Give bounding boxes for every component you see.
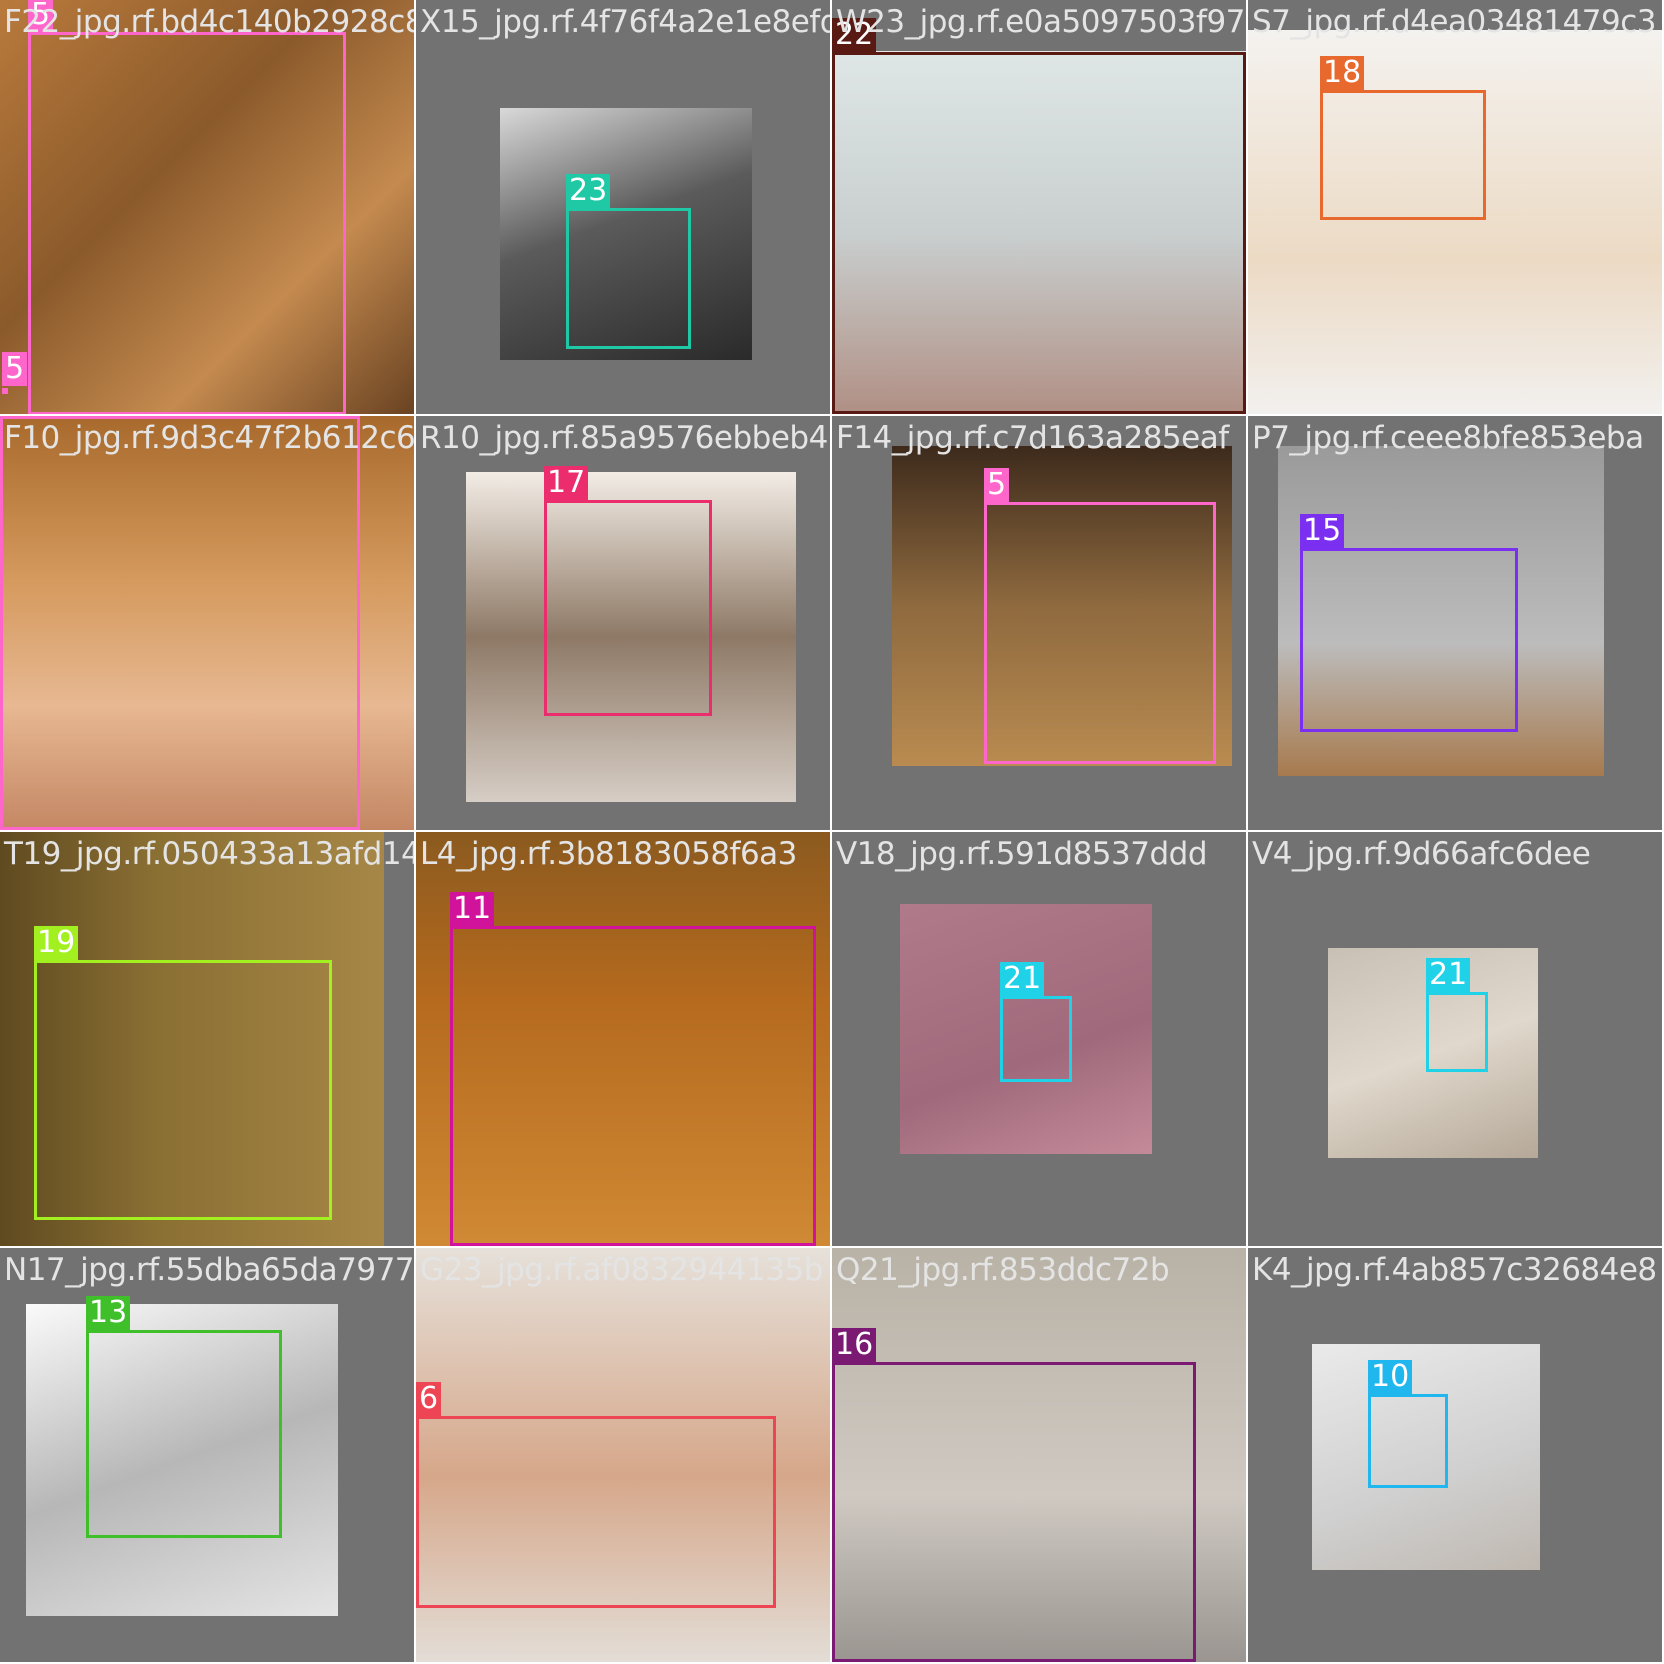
bounding-box bbox=[34, 960, 332, 1220]
image-filename: F10_jpg.rf.9d3c47f2b612c6020 bbox=[4, 420, 414, 456]
class-label: 6 bbox=[416, 1382, 442, 1416]
mosaic-tile: 11 L4_jpg.rf.3b8183058f6a3 bbox=[416, 832, 830, 1246]
mosaic-tile: 5 F14_jpg.rf.c7d163a285eaf bbox=[832, 416, 1246, 830]
bounding-box bbox=[2, 388, 8, 394]
image-filename: F22_jpg.rf.bd4c140b2928c87df5 bbox=[4, 4, 414, 40]
mosaic-tile: 19 T19_jpg.rf.050433a13afd140 bbox=[0, 832, 414, 1246]
image-filename: Q21_jpg.rf.853ddc72b bbox=[836, 1252, 1170, 1288]
bounding-box bbox=[544, 500, 712, 716]
mosaic-tile: 21 V18_jpg.rf.591d8537ddd bbox=[832, 832, 1246, 1246]
image-filename: X15_jpg.rf.4f76f4a2e1e8efd4d9f bbox=[420, 4, 830, 40]
class-label: 16 bbox=[832, 1328, 877, 1362]
image-filename: N17_jpg.rf.55dba65da79778 bbox=[4, 1252, 414, 1288]
mosaic-tile: 23 X15_jpg.rf.4f76f4a2e1e8efd4d9f bbox=[416, 0, 830, 414]
image-filename: V18_jpg.rf.591d8537ddd bbox=[836, 836, 1208, 872]
mosaic-tile: 16 Q21_jpg.rf.853ddc72b bbox=[832, 1248, 1246, 1662]
bounding-box bbox=[28, 32, 346, 414]
class-label: 5 bbox=[2, 352, 28, 386]
mosaic-tile: 6 G23_jpg.rf.af0832944135b bbox=[416, 1248, 830, 1662]
image-filename: L4_jpg.rf.3b8183058f6a3 bbox=[420, 836, 797, 872]
bounding-box bbox=[566, 208, 691, 349]
image-filename: V4_jpg.rf.9d66afc6dee bbox=[1252, 836, 1591, 872]
class-label: 17 bbox=[544, 466, 589, 500]
bounding-box bbox=[416, 1416, 776, 1608]
class-label: 21 bbox=[1426, 958, 1471, 992]
bounding-box bbox=[86, 1330, 282, 1538]
mosaic-tile: 55F22_jpg.rf.bd4c140b2928c87df5 bbox=[0, 0, 414, 414]
class-label: 23 bbox=[566, 174, 611, 208]
bounding-box bbox=[450, 926, 816, 1246]
bounding-box bbox=[832, 1362, 1196, 1662]
image-filename: P7_jpg.rf.ceee8bfe853eba bbox=[1252, 420, 1644, 456]
class-label: 10 bbox=[1368, 1360, 1413, 1394]
mosaic-tile: 15 P7_jpg.rf.ceee8bfe853eba bbox=[1248, 416, 1662, 830]
mosaic-tile: 21 V4_jpg.rf.9d66afc6dee bbox=[1248, 832, 1662, 1246]
image-filename: G23_jpg.rf.af0832944135b bbox=[420, 1252, 823, 1288]
image-filename: R10_jpg.rf.85a9576ebbeb46d bbox=[420, 420, 830, 456]
image-filename: S7_jpg.rf.d4ea03481479c3 bbox=[1252, 4, 1657, 40]
class-label: 21 bbox=[1000, 962, 1045, 996]
image-filename: T19_jpg.rf.050433a13afd140 bbox=[4, 836, 414, 872]
image-filename: F14_jpg.rf.c7d163a285eaf bbox=[836, 420, 1229, 456]
class-label: 18 bbox=[1320, 56, 1365, 90]
class-label: 13 bbox=[86, 1296, 131, 1330]
mosaic-grid: 5 5 F22_jpg.rf.bd4c140b2928c87df5 23 X15_jpg… bbox=[0, 0, 1664, 1664]
bounding-box bbox=[1368, 1394, 1448, 1488]
bounding-box bbox=[984, 502, 1216, 764]
mosaic-tile: 13 N17_jpg.rf.55dba65da79778 bbox=[0, 1248, 414, 1662]
mosaic-tile: 18 S7_jpg.rf.d4ea03481479c3 bbox=[1248, 0, 1662, 414]
mosaic-tile: 10 K4_jpg.rf.4ab857c32684e8 bbox=[1248, 1248, 1662, 1662]
bounding-box bbox=[1426, 992, 1488, 1072]
class-label: 15 bbox=[1300, 514, 1345, 548]
image-filename: K4_jpg.rf.4ab857c32684e8 bbox=[1252, 1252, 1657, 1288]
class-label: 11 bbox=[450, 892, 495, 926]
mosaic-tile: 22W23_jpg.rf.e0a5097503f973cb bbox=[832, 0, 1246, 414]
class-label: 5 bbox=[984, 468, 1010, 502]
bounding-box bbox=[1000, 996, 1072, 1082]
mosaic-tile: F10_jpg.rf.9d3c47f2b612c6020 bbox=[0, 416, 414, 830]
bounding-box bbox=[1320, 90, 1486, 220]
class-label: 19 bbox=[34, 926, 79, 960]
mosaic-tile: 17 R10_jpg.rf.85a9576ebbeb46d bbox=[416, 416, 830, 830]
image-filename: W23_jpg.rf.e0a5097503f973cb bbox=[836, 4, 1246, 40]
bounding-box bbox=[1300, 548, 1518, 732]
hand-photo bbox=[1248, 30, 1662, 414]
bounding-box bbox=[0, 416, 360, 830]
bounding-box bbox=[832, 52, 1246, 414]
